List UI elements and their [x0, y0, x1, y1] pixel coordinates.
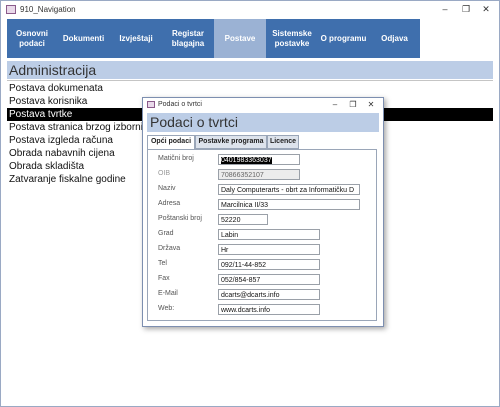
field-label-tel: Tel	[158, 260, 167, 267]
tab-panel-opci-podaci: Matični broj 0401983363037 OIB 708663521…	[147, 149, 377, 321]
navigation-bar: Osnovni podaci Dokumenti Izvještaji Regi…	[7, 19, 420, 58]
maticni-broj-field[interactable]: 0401983363037	[218, 154, 300, 165]
nav-button-dokumenti[interactable]: Dokumenti	[57, 19, 110, 58]
form-icon	[6, 5, 16, 14]
field-label-drzava: Država	[158, 245, 181, 252]
field-label-email: E-Mail	[158, 290, 178, 297]
field-label-postanski-broj: Poštanski broj	[158, 215, 202, 222]
naziv-field[interactable]: Daly Computerarts - obrt za Informatičku…	[218, 184, 360, 195]
field-label-naziv: Naziv	[158, 185, 176, 192]
nav-button-registar-blagajna[interactable]: Registar blagajna	[162, 19, 214, 58]
nav-button-postave[interactable]: Postave	[214, 19, 266, 58]
close-icon[interactable]: ✕	[479, 4, 493, 15]
dialog-titlebar: Podaci o tvrtci – ❐ ✕	[143, 98, 383, 112]
restore-icon[interactable]: ❐	[347, 100, 359, 109]
nav-button-odjava[interactable]: Odjava	[369, 19, 420, 58]
maticni-broj-value: 0401983363037	[221, 157, 272, 164]
nav-button-sistemske-postavke[interactable]: Sistemske postavke	[266, 19, 318, 58]
menu-item-postava-dokumenata[interactable]: Postava dokumenata	[7, 82, 493, 95]
grad-field[interactable]: Labin	[218, 229, 320, 240]
page-heading: Administracija	[7, 61, 493, 79]
nav-button-o-programu[interactable]: O programu	[318, 19, 369, 58]
field-label-oib: OIB	[158, 170, 171, 177]
minimize-icon[interactable]: –	[438, 4, 452, 15]
form-icon	[147, 101, 155, 108]
postanski-broj-field[interactable]: 52220	[218, 214, 268, 225]
divider	[7, 80, 493, 81]
field-label-adresa: Adresa	[158, 200, 181, 207]
dialog-title: Podaci o tvrtci	[158, 101, 202, 108]
nav-button-osnovni-podaci[interactable]: Osnovni podaci	[7, 19, 57, 58]
field-label-grad: Grad	[158, 230, 174, 237]
tab-licence[interactable]: Licence	[267, 135, 299, 149]
dialog-heading: Podaci o tvrtci	[147, 113, 379, 132]
tab-opci-podaci[interactable]: Opći podaci	[147, 135, 195, 150]
email-field[interactable]: dcarts@dcarts.info	[218, 289, 320, 300]
window-titlebar: 910_Navigation – ❐ ✕	[1, 1, 499, 19]
nav-button-izvjestaji[interactable]: Izvještaji	[110, 19, 162, 58]
dialog-heading-title: Podaci o tvrtci	[150, 114, 238, 130]
field-label-fax: Fax	[158, 275, 170, 282]
tel-field[interactable]: 092/11-44-852	[218, 259, 320, 270]
page-title: Administracija	[9, 62, 97, 78]
web-field[interactable]: www.dcarts.info	[218, 304, 320, 315]
oib-field[interactable]: 70866352107	[218, 169, 300, 180]
minimize-icon[interactable]: –	[329, 100, 341, 109]
window-title: 910_Navigation	[20, 5, 76, 14]
field-label-web: Web:	[158, 305, 175, 312]
restore-icon[interactable]: ❐	[459, 4, 473, 15]
tab-postavke-programa[interactable]: Postavke programa	[195, 135, 267, 149]
fax-field[interactable]: 052/854-857	[218, 274, 320, 285]
close-icon[interactable]: ✕	[365, 100, 377, 109]
adresa-field[interactable]: Marcilnica II/33	[218, 199, 360, 210]
drzava-field[interactable]: Hr	[218, 244, 320, 255]
field-label-maticni-broj: Matični broj	[158, 155, 194, 162]
company-data-dialog: Podaci o tvrtci – ❐ ✕ Podaci o tvrtci Op…	[142, 97, 384, 327]
